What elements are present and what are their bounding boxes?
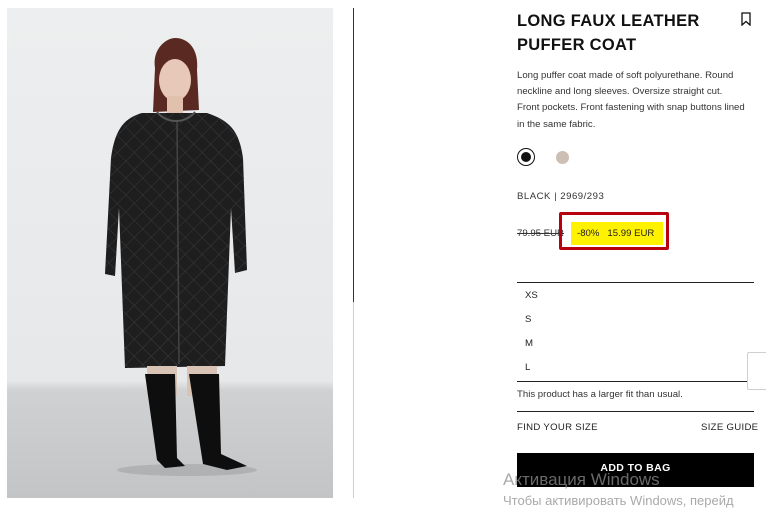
color-swatch-beige[interactable] — [556, 151, 569, 164]
add-to-bag-label: ADD TO BAG — [600, 461, 671, 474]
find-your-size-link[interactable]: FIND YOUR SIZE — [517, 422, 598, 433]
product-title-line2: PUFFER COAT — [517, 36, 637, 54]
product-description: Long puffer coat made of soft polyuretha… — [517, 70, 745, 130]
size-option-l[interactable]: L — [525, 362, 530, 373]
size-option-m[interactable]: M — [525, 338, 533, 349]
discount-percent: -80% — [577, 228, 600, 239]
product-title: LONG FAUX LEATHER PUFFER COAT — [517, 9, 727, 57]
size-guide-link[interactable]: SIZE GUIDE — [701, 422, 758, 433]
sale-price-badge: -80% 15.99 EUR — [571, 222, 663, 245]
size-option-s[interactable]: S — [525, 314, 531, 325]
product-image[interactable] — [7, 8, 333, 498]
divider-line — [517, 411, 754, 412]
product-title-line1: LONG FAUX LEATHER — [517, 12, 700, 30]
color-swatch-black[interactable] — [517, 148, 535, 166]
model-illustration — [105, 38, 257, 476]
bookmark-icon[interactable] — [740, 12, 752, 27]
size-selector: XS S M L — [517, 282, 754, 382]
side-panel-tab[interactable] — [747, 352, 766, 390]
original-price: 79.95 EUR — [517, 228, 564, 239]
current-price: 15.99 EUR — [607, 228, 655, 239]
add-to-bag-button[interactable]: ADD TO BAG — [517, 453, 754, 487]
color-reference: BLACK | 2969/293 — [517, 191, 605, 202]
fit-note: This product has a larger fit than usual… — [517, 389, 683, 400]
size-option-xs[interactable]: XS — [525, 290, 538, 301]
watermark-line2: Чтобы активировать Windows, перейд — [503, 493, 734, 508]
gallery-divider — [353, 8, 354, 302]
gallery-divider-light — [353, 302, 354, 498]
